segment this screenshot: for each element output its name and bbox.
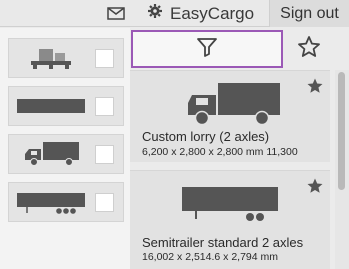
sign-out-button[interactable]: Sign out (269, 0, 349, 27)
vehicle-dimensions: 6,200 x 2,800 x 2,800 mm 11,300 (142, 146, 298, 158)
favorites-button[interactable] (293, 33, 325, 65)
scrollbar-thumb[interactable] (338, 72, 345, 190)
flat-trailer-icon (15, 91, 87, 121)
vehicle-type-list (0, 28, 130, 269)
vehicle-type-checkbox[interactable] (95, 49, 114, 68)
pallet-boxes-icon (15, 43, 87, 73)
lorry-icon (170, 77, 290, 129)
gear-icon (148, 4, 162, 23)
vehicle-type-pallet[interactable] (8, 38, 124, 78)
vehicle-type-flat-trailer[interactable] (8, 86, 124, 126)
vehicle-name: Semitrailer standard 2 axles (142, 235, 304, 250)
favorite-star-icon[interactable] (306, 177, 324, 195)
semitrailer-icon (170, 183, 290, 235)
star-outline-icon (297, 35, 321, 64)
vehicle-type-checkbox[interactable] (95, 193, 114, 212)
vehicle-card[interactable]: Semitrailer standard 2 axles 16,002 x 2,… (130, 170, 330, 269)
vehicle-type-checkbox[interactable] (95, 97, 114, 116)
vehicle-name: Custom lorry (2 axles) (142, 129, 270, 144)
vehicle-type-checkbox[interactable] (95, 145, 114, 164)
filter-button[interactable] (131, 30, 283, 68)
vehicle-type-semitrailer[interactable] (8, 182, 124, 222)
vehicle-type-lorry[interactable] (8, 134, 124, 174)
vehicle-list-panel: Custom lorry (2 axles) 6,200 x 2,800 x 2… (130, 28, 349, 269)
vehicle-card[interactable]: Custom lorry (2 axles) 6,200 x 2,800 x 2… (130, 70, 330, 162)
top-bar: EasyCargo Sign out (0, 0, 349, 27)
scrollbar[interactable] (335, 70, 349, 269)
lorry-icon (15, 139, 87, 169)
favorite-star-icon[interactable] (306, 77, 324, 95)
brand[interactable]: EasyCargo (142, 0, 260, 27)
brand-name: EasyCargo (170, 3, 255, 23)
semitrailer-icon (15, 187, 87, 217)
envelope-icon[interactable] (103, 3, 129, 23)
vehicle-dimensions: 16,002 x 2,514.6 x 2,794 mm (142, 251, 279, 263)
filter-icon (195, 35, 219, 64)
